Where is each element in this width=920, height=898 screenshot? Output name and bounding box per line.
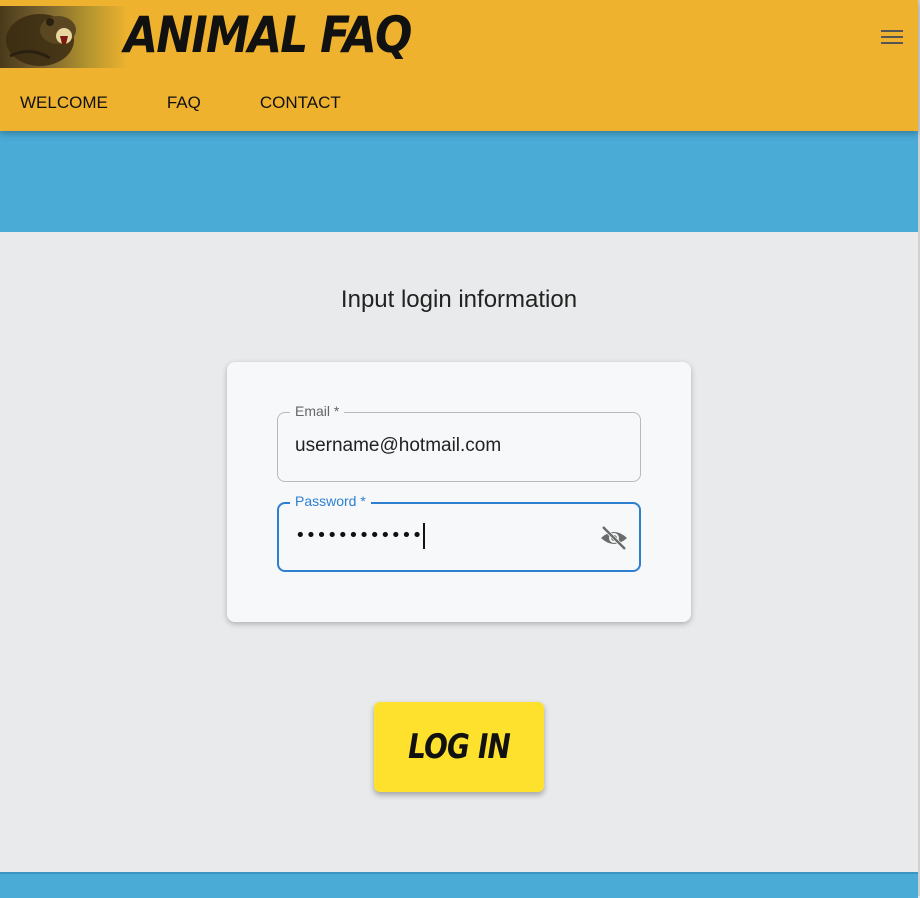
main-nav: WELCOME FAQ CONTACT: [20, 88, 400, 118]
login-card: Email * username@hotmail.com Password * …: [227, 362, 691, 622]
hero-band: [0, 131, 918, 232]
header: ANIMAL FAQ WELCOME FAQ CONTACT: [0, 0, 918, 131]
nav-faq[interactable]: FAQ: [167, 88, 201, 118]
login-button-label: LOG IN: [408, 727, 511, 767]
nav-contact[interactable]: CONTACT: [260, 88, 341, 118]
text-caret: [423, 523, 426, 549]
nav-welcome[interactable]: WELCOME: [20, 88, 108, 118]
bear-logo: [0, 6, 128, 68]
footer-band: [0, 872, 918, 898]
password-field[interactable]: Password * ••••••••••••: [277, 493, 641, 572]
email-field[interactable]: Email * username@hotmail.com: [277, 403, 641, 482]
brand-title[interactable]: ANIMAL FAQ: [124, 4, 412, 66]
hamburger-menu-icon[interactable]: [878, 26, 906, 48]
page-title: Input login information: [340, 286, 578, 313]
password-label: Password *: [290, 493, 371, 509]
password-input[interactable]: ••••••••••••: [295, 523, 426, 549]
login-button[interactable]: LOG IN: [374, 702, 544, 792]
eye-off-icon[interactable]: [599, 524, 629, 552]
email-input[interactable]: username@hotmail.com: [295, 435, 501, 457]
email-label: Email *: [290, 403, 345, 419]
password-dots: ••••••••••••: [295, 525, 423, 546]
